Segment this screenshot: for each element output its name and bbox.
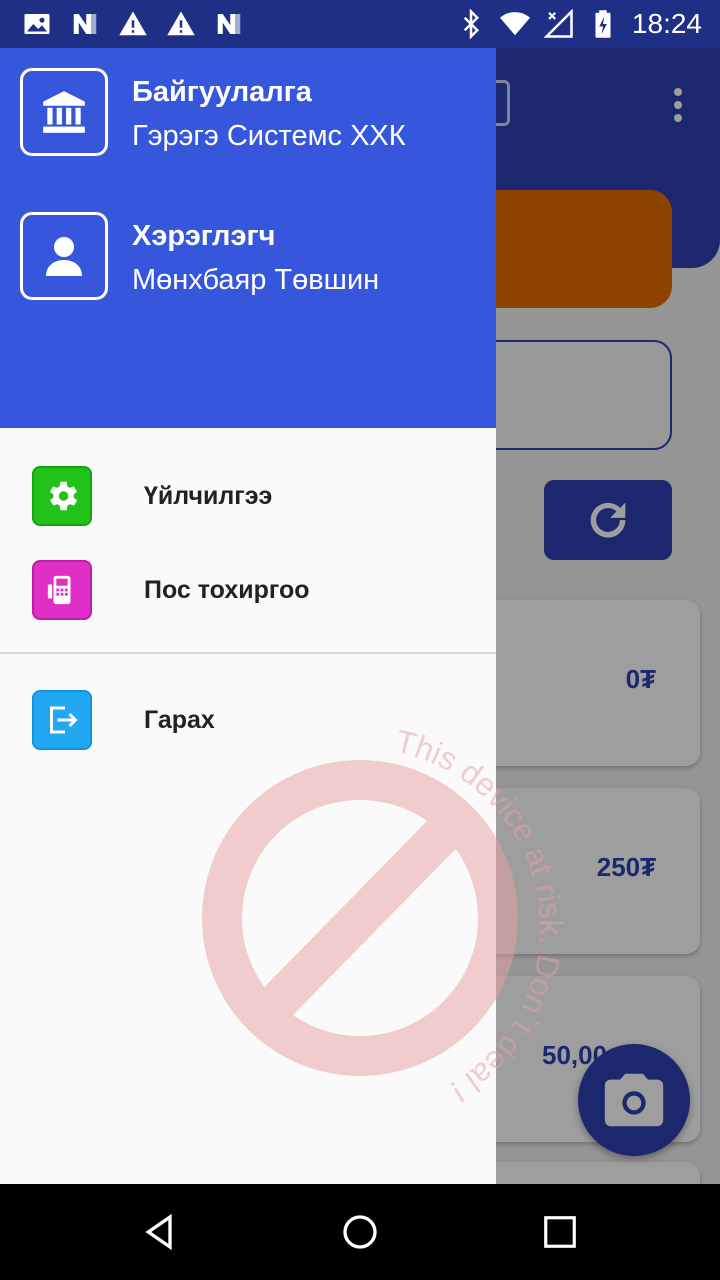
drawer-header: Байгуулалга Гэрэгэ Системс ХХК Хэрэглэгч… xyxy=(0,48,496,428)
menu-item-services[interactable]: Үйлчилгээ xyxy=(0,456,496,536)
home-icon xyxy=(343,1215,377,1249)
recents-button[interactable] xyxy=(534,1206,586,1258)
signal-off-icon xyxy=(543,9,573,38)
user-row: Хэрэглэгч Мөнхбаяр Төвшин xyxy=(20,212,379,302)
menu-item-label: Үйлчилгээ xyxy=(144,481,273,510)
menu-item-pos-settings[interactable]: Пос тохиргоо xyxy=(0,550,496,630)
recents-icon xyxy=(544,1216,576,1248)
warning-icon xyxy=(167,11,195,36)
clock: 18:24 xyxy=(631,8,702,39)
user-icon xyxy=(20,212,108,300)
logout-icon xyxy=(32,690,92,750)
home-button[interactable] xyxy=(334,1206,386,1258)
back-icon xyxy=(145,1213,172,1251)
status-bar: 18:24 xyxy=(0,0,720,48)
menu-item-label: Пос тохиргоо xyxy=(144,575,310,604)
organization-name: Гэрэгэ Системс ХХК xyxy=(132,120,406,152)
pos-terminal-icon xyxy=(32,560,92,620)
n-logo-icon xyxy=(73,14,97,34)
system-icons: 18:24 xyxy=(456,7,702,41)
menu-item-label: Гарах xyxy=(144,705,215,734)
image-icon xyxy=(24,14,50,34)
n-logo-icon xyxy=(217,14,241,34)
wifi-icon xyxy=(499,12,530,36)
menu-item-logout[interactable]: Гарах xyxy=(0,680,496,760)
warning-icon xyxy=(119,11,147,36)
notification-icons xyxy=(22,9,244,39)
organization-row: Байгуулалга Гэрэгэ Системс ХХК xyxy=(20,68,406,158)
user-name: Мөнхбаяр Төвшин xyxy=(132,264,380,296)
battery-charging-icon xyxy=(595,10,611,38)
bank-icon xyxy=(20,68,108,156)
organization-label: Байгуулалга xyxy=(132,76,312,108)
menu-divider xyxy=(0,652,496,654)
gear-icon xyxy=(32,466,92,526)
navigation-drawer: Байгуулалга Гэрэгэ Системс ХХК Хэрэглэгч… xyxy=(0,48,496,1184)
system-nav-bar xyxy=(0,1184,720,1280)
back-button[interactable] xyxy=(134,1206,186,1258)
user-label: Хэрэглэгч xyxy=(132,220,276,252)
bluetooth-icon xyxy=(463,9,479,39)
